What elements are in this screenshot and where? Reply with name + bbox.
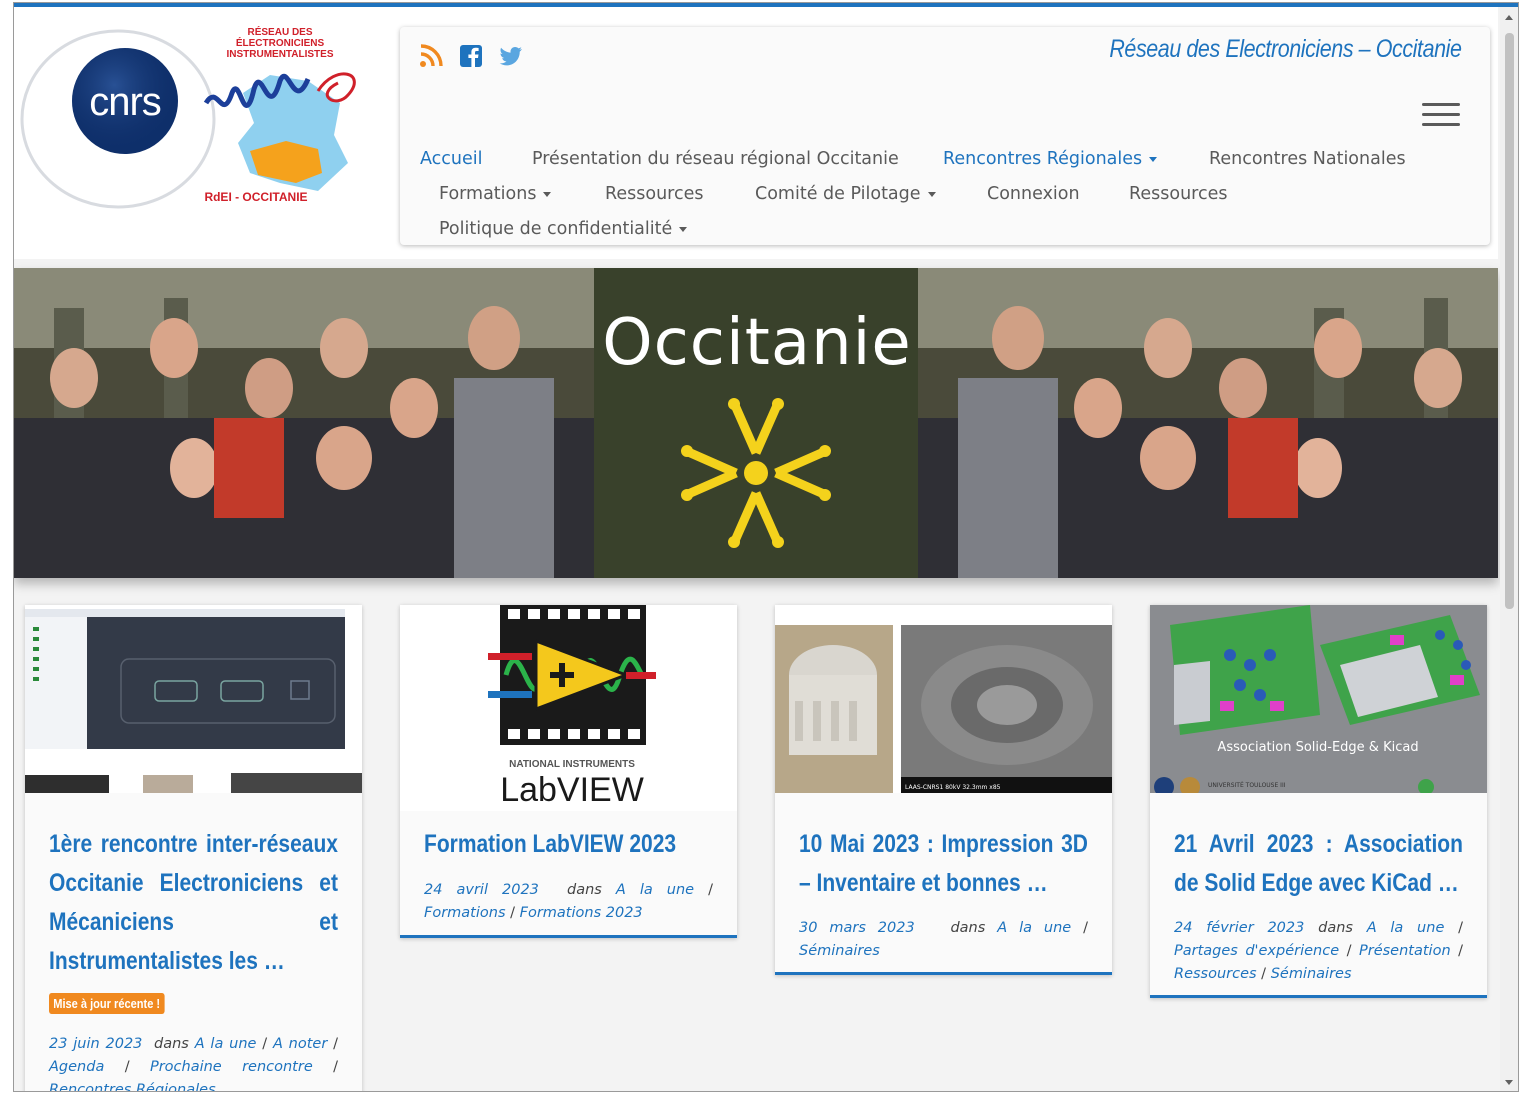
menu-item-formations[interactable]: Formations bbox=[439, 184, 552, 204]
scrollbar-thumb[interactable] bbox=[1505, 33, 1514, 609]
menu-item-politique-confidentialite[interactable]: Politique de confidentialité bbox=[439, 219, 688, 239]
hero-title: Occitanie bbox=[602, 306, 912, 380]
navigation-panel: Réseau des Electroniciens – Occitanie Ac… bbox=[400, 27, 1490, 245]
post-category[interactable]: Partages d'expérience bbox=[1174, 943, 1339, 959]
chevron-down-icon bbox=[1149, 156, 1158, 162]
post-category[interactable]: Séminaires bbox=[1271, 966, 1352, 982]
menu-item-ressources[interactable]: Ressources bbox=[605, 184, 704, 204]
network-logo-line-3: INSTRUMENTALISTES bbox=[226, 49, 333, 60]
post-meta-dans: dans bbox=[1318, 920, 1353, 936]
rss-icon[interactable] bbox=[418, 43, 444, 69]
network-logo-line-2: ÉLECTRONICIENS bbox=[236, 36, 325, 49]
scroll-down-icon[interactable] bbox=[1505, 1080, 1513, 1085]
browser-viewport: cnrs RÉSEAU DES ÉLECTRONICIENS INSTRUMEN… bbox=[13, 2, 1519, 1092]
chevron-down-icon bbox=[679, 226, 688, 232]
post-meta: 24 février 2023 dans A la une / Partages… bbox=[1174, 920, 1464, 982]
post-card[interactable]: NATIONAL INSTRUMENTS LabVIEW Formation L… bbox=[400, 605, 737, 938]
chevron-down-icon bbox=[543, 191, 552, 197]
cnrs-logo-text: cnrs bbox=[89, 80, 161, 124]
menu-item-presentation[interactable]: Présentation du réseau régional Occitani… bbox=[532, 149, 899, 169]
menu-item-comite-pilotage[interactable]: Comité de Pilotage bbox=[755, 184, 936, 204]
post-card[interactable]: LAAS-CNRS1 80kV 32.3mm x85 10 Mai 2023 :… bbox=[775, 605, 1112, 975]
post-date[interactable]: 23 juin 2023 bbox=[49, 1036, 142, 1052]
post-category[interactable]: Formations bbox=[424, 905, 506, 921]
post-meta: 24 avril 2023 dans A la une / Formations… bbox=[424, 882, 714, 921]
post-meta-dans: dans bbox=[567, 882, 602, 898]
post-title[interactable]: 1ère rencontre inter-réseaux Occitanie E… bbox=[49, 825, 338, 981]
network-logo-line-1: RÉSEAU DES bbox=[247, 25, 312, 38]
post-date[interactable]: 24 février 2023 bbox=[1174, 920, 1304, 936]
post-thumbnail[interactable] bbox=[25, 605, 362, 793]
labview-brand-text: LabVIEW bbox=[500, 771, 644, 809]
university-footer-text: UNIVERSITÉ TOULOUSE III bbox=[1208, 781, 1286, 789]
page-scrollbar[interactable] bbox=[1500, 7, 1518, 1091]
post-category[interactable]: Prochaine rencontre bbox=[150, 1059, 313, 1075]
menu-item-rencontres-regionales[interactable]: Rencontres Régionales bbox=[943, 149, 1158, 169]
post-category[interactable]: A la une bbox=[195, 1036, 257, 1052]
post-category[interactable]: Formations 2023 bbox=[520, 905, 643, 921]
post-thumbnail[interactable]: Association Solid-Edge & Kicad UNIVERSIT… bbox=[1150, 605, 1487, 793]
ni-brand-text: NATIONAL INSTRUMENTS bbox=[509, 759, 635, 770]
menu-item-rencontres-nationales[interactable]: Rencontres Nationales bbox=[1209, 149, 1406, 169]
social-links bbox=[418, 43, 524, 69]
twitter-icon[interactable] bbox=[498, 43, 524, 69]
site-tagline[interactable]: Réseau des Electroniciens – Occitanie bbox=[1110, 35, 1463, 64]
site-header: cnrs RÉSEAU DES ÉLECTRONICIENS INSTRUMEN… bbox=[14, 7, 1498, 259]
post-category[interactable]: Agenda bbox=[49, 1059, 104, 1075]
menu-item-ressources-2[interactable]: Ressources bbox=[1129, 184, 1228, 204]
hamburger-line-icon bbox=[1422, 103, 1460, 106]
post-category[interactable]: A noter bbox=[273, 1036, 327, 1052]
network-logo-caption: RdEI - OCCITANIE bbox=[204, 190, 307, 204]
post-card[interactable]: 1ère rencontre inter-réseaux Occitanie E… bbox=[25, 605, 362, 1091]
post-card[interactable]: Association Solid-Edge & Kicad UNIVERSIT… bbox=[1150, 605, 1487, 998]
menu-toggle-button[interactable] bbox=[1422, 103, 1460, 131]
post-category[interactable]: Séminaires bbox=[799, 943, 880, 959]
post-category[interactable]: A la une bbox=[1367, 920, 1445, 936]
post-thumbnail[interactable]: LAAS-CNRS1 80kV 32.3mm x85 bbox=[775, 605, 1112, 793]
facebook-icon[interactable] bbox=[458, 43, 484, 69]
post-category[interactable]: Rencontres Régionales bbox=[49, 1082, 216, 1091]
site-logo[interactable]: cnrs RÉSEAU DES ÉLECTRONICIENS INSTRUMEN… bbox=[18, 23, 378, 209]
chevron-down-icon bbox=[927, 191, 936, 197]
post-title[interactable]: 10 Mai 2023 : Impression 3D – Inventaire… bbox=[799, 825, 1088, 903]
post-title[interactable]: Formation LabVIEW 2023 bbox=[424, 825, 713, 864]
post-date[interactable]: 30 mars 2023 bbox=[799, 920, 915, 936]
post-category[interactable]: Ressources bbox=[1174, 966, 1257, 982]
hamburger-line-icon bbox=[1422, 123, 1460, 126]
hamburger-line-icon bbox=[1422, 113, 1460, 116]
post-meta: 30 mars 2023 dans A la une / Séminaires bbox=[799, 920, 1089, 959]
menu-item-connexion[interactable]: Connexion bbox=[987, 184, 1080, 204]
post-meta: 23 juin 2023 dans A la une / A noter / A… bbox=[49, 1033, 338, 1091]
sem-caption-text: LAAS-CNRS1 80kV 32.3mm x85 bbox=[905, 784, 1001, 791]
solidedge-caption-text: Association Solid-Edge & Kicad bbox=[1217, 740, 1418, 755]
post-title[interactable]: 21 Avril 2023 : Association de Solid Edg… bbox=[1174, 825, 1463, 903]
post-category[interactable]: A la une bbox=[997, 920, 1071, 936]
post-category[interactable]: Présentation bbox=[1359, 943, 1451, 959]
recent-update-badge: Mise à jour récente ! bbox=[49, 993, 165, 1014]
menu-item-accueil[interactable]: Accueil bbox=[420, 149, 483, 169]
post-meta-dans: dans bbox=[950, 920, 986, 936]
post-meta-dans: dans bbox=[154, 1036, 189, 1052]
post-category[interactable]: A la une bbox=[616, 882, 694, 898]
post-thumbnail[interactable]: NATIONAL INSTRUMENTS LabVIEW bbox=[400, 605, 737, 811]
scroll-up-icon[interactable] bbox=[1505, 15, 1513, 20]
post-date[interactable]: 24 avril 2023 bbox=[424, 882, 539, 898]
hero-banner[interactable]: Occitanie bbox=[14, 268, 1498, 578]
